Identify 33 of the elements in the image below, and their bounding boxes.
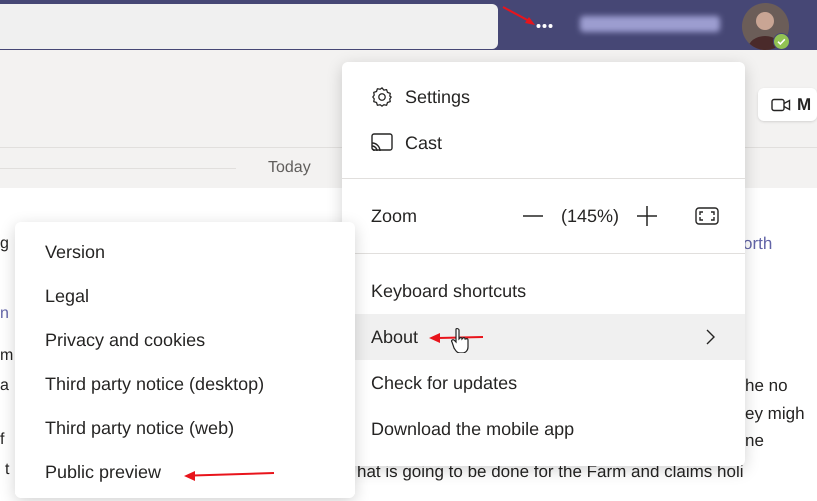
submenu-item[interactable]: Third party notice (web) [15, 406, 355, 450]
message-text: t [5, 460, 10, 480]
submenu-item[interactable]: Version [15, 230, 355, 274]
avatar[interactable] [742, 3, 789, 50]
message-text: a [0, 376, 9, 396]
message-text: he no [745, 375, 788, 397]
message-text: g [0, 234, 9, 254]
menu-item[interactable]: Cast [342, 120, 745, 166]
video-camera-icon [771, 98, 791, 112]
search-field[interactable] [0, 4, 498, 49]
message-text: ey migh [745, 403, 805, 425]
zoom-in-icon[interactable] [637, 206, 657, 226]
link-text[interactable]: n [0, 303, 9, 325]
message-text: f [0, 430, 4, 450]
date-divider: Today [268, 158, 311, 178]
submenu-item[interactable]: Privacy and cookies [15, 318, 355, 362]
submenu-item[interactable]: Third party notice (desktop) [15, 362, 355, 406]
message-text: m [0, 346, 14, 366]
zoom-level: (145%) [560, 204, 619, 228]
message-text: hat is going to be done for the Farm and claims holi [357, 461, 744, 483]
cast-icon [371, 133, 393, 153]
annotation-arrow [428, 332, 484, 344]
hand-cursor-icon [451, 327, 469, 353]
menu-item[interactable]: Settings [342, 74, 745, 120]
meet-button[interactable]: M [758, 88, 817, 121]
submenu-item[interactable]: Legal [15, 274, 355, 318]
full-screen-icon[interactable] [695, 207, 719, 225]
settings-icon [371, 86, 393, 108]
more-icon[interactable] [536, 23, 553, 29]
message-text: ne [745, 430, 764, 452]
menu-label: Zoom [371, 204, 418, 228]
submenu-item[interactable]: Public preview [15, 450, 355, 494]
annotation-arrow [501, 5, 537, 27]
